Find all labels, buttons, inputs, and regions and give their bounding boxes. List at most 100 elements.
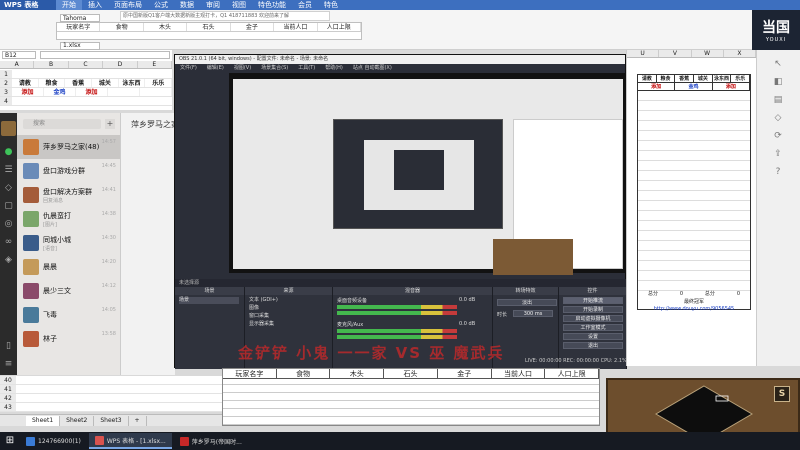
source-item[interactable]: 图像 bbox=[249, 305, 259, 312]
source-item[interactable]: 文本 (GDI+) bbox=[249, 297, 278, 304]
share-icon[interactable]: ⇪ bbox=[771, 148, 785, 160]
mini-program-icon[interactable]: ∞ bbox=[3, 237, 14, 248]
obs-menu-screenshot[interactable]: 站点 自动截图(X) bbox=[348, 64, 397, 72]
chat-list-item[interactable]: 萍乡罗马之家(48) 14:57 bbox=[17, 135, 120, 159]
header-cell[interactable]: 泳东西 bbox=[119, 79, 146, 87]
chat-search-input[interactable]: 搜索 bbox=[23, 119, 101, 129]
link-cell[interactable]: 添加 bbox=[76, 88, 108, 96]
select-icon[interactable]: ↖ bbox=[771, 58, 785, 70]
obs-menu-edit[interactable]: 编辑(E) bbox=[202, 64, 229, 72]
column-header[interactable]: X bbox=[724, 50, 756, 57]
font-name-box[interactable]: Tahoma bbox=[60, 14, 100, 22]
chat-list-item[interactable]: 晨少三文 14:12 bbox=[17, 279, 120, 303]
header-cell[interactable]: 乐乐 bbox=[145, 79, 173, 87]
column-header[interactable]: B bbox=[34, 61, 69, 68]
menu-item-home[interactable]: 开始 bbox=[56, 0, 82, 10]
shape-icon[interactable]: ◇ bbox=[771, 112, 785, 124]
start-streaming-button[interactable]: 开始推流 bbox=[563, 297, 623, 304]
obs-menu-help[interactable]: 帮助(H) bbox=[320, 64, 348, 72]
contacts-icon[interactable]: ☰ bbox=[3, 165, 14, 176]
menu-item-features[interactable]: 特色功能 bbox=[252, 0, 292, 10]
menu-item-review[interactable]: 审阅 bbox=[200, 0, 226, 10]
document-tab[interactable]: 1.xlsx bbox=[60, 42, 100, 50]
folder-icon[interactable]: ▢ bbox=[3, 201, 14, 212]
obs-menu-file[interactable]: 文件(F) bbox=[175, 64, 202, 72]
menu-item-view[interactable]: 视图 bbox=[226, 0, 252, 10]
stream-url-link[interactable]: http://www.douyu.com/9056545 bbox=[637, 306, 751, 312]
sheet-tab[interactable]: Sheet3 bbox=[94, 415, 129, 426]
transition-select[interactable]: 淡出 bbox=[497, 299, 557, 306]
virtual-camera-button[interactable]: 启动虚拟摄像机 bbox=[563, 315, 623, 322]
user-avatar[interactable] bbox=[1, 121, 16, 136]
source-item[interactable]: 显示器采集 bbox=[249, 321, 274, 328]
header-cell[interactable]: 请教 bbox=[12, 79, 39, 87]
row-number[interactable]: 3 bbox=[0, 88, 12, 96]
table-header[interactable]: 金子 bbox=[438, 369, 492, 378]
chat-list-item[interactable]: 同城小城 [语音] 14:30 bbox=[17, 231, 120, 255]
property-icon[interactable]: ◧ bbox=[771, 76, 785, 88]
table-header[interactable]: 当前人口 bbox=[492, 369, 546, 378]
obs-menu-view[interactable]: 视图(V) bbox=[229, 64, 256, 72]
source-item[interactable]: 窗口采集 bbox=[249, 313, 269, 320]
windows-start-icon[interactable]: ⊞ bbox=[2, 433, 18, 449]
game-icon[interactable]: ◈ bbox=[3, 255, 14, 266]
obs-menu-scene-collection[interactable]: 场景集合(S) bbox=[256, 64, 293, 72]
column-header[interactable]: A bbox=[0, 61, 35, 68]
taskbar-item[interactable]: WPS 表格 - [1.xlsx... bbox=[88, 433, 172, 449]
column-header[interactable]: W bbox=[692, 50, 724, 57]
table-header[interactable]: 食物 bbox=[277, 369, 331, 378]
obs-menu-tools[interactable]: 工具(T) bbox=[293, 64, 320, 72]
column-header[interactable]: E bbox=[138, 61, 173, 68]
column-header[interactable]: U bbox=[627, 50, 660, 57]
menu-item-special[interactable]: 特色 bbox=[318, 0, 344, 10]
exit-button[interactable]: 退出 bbox=[563, 342, 623, 349]
favorites-icon[interactable]: ◇ bbox=[3, 183, 14, 194]
phone-icon[interactable]: ▯ bbox=[3, 341, 14, 352]
header-cell[interactable]: 乐乐 bbox=[731, 75, 751, 82]
link-cell[interactable]: 添加 bbox=[12, 88, 44, 96]
chat-list-item[interactable]: 盘口解决方案群 回复消息 14:41 bbox=[17, 183, 120, 207]
link-cell[interactable]: 金鸡 bbox=[675, 83, 713, 90]
link-cell[interactable]: 添加 bbox=[713, 83, 750, 90]
menu-item-page-layout[interactable]: 页面布局 bbox=[108, 0, 148, 10]
game-s-button[interactable]: S bbox=[774, 386, 790, 402]
add-chat-button[interactable]: + bbox=[105, 119, 115, 129]
chat-list-item[interactable]: 晨晨 14:20 bbox=[17, 255, 120, 279]
row-number[interactable]: 4 bbox=[0, 97, 12, 105]
scene-item[interactable]: 场景 bbox=[179, 297, 239, 304]
chat-list-item[interactable]: 仇晨蛮打 [图片] 14:38 bbox=[17, 207, 120, 231]
backup-icon[interactable]: ⟳ bbox=[771, 130, 785, 142]
add-sheet-button[interactable]: + bbox=[129, 415, 147, 426]
menu-icon[interactable]: ≡ bbox=[3, 359, 14, 370]
column-header[interactable]: C bbox=[69, 61, 104, 68]
header-cell[interactable]: 请教 bbox=[638, 75, 657, 82]
link-cell[interactable]: 添加 bbox=[638, 83, 676, 90]
header-cell[interactable]: 城关 bbox=[694, 75, 713, 82]
empty-cell[interactable] bbox=[140, 88, 172, 96]
column-header[interactable]: V bbox=[659, 50, 692, 57]
row-number[interactable]: 43 bbox=[0, 403, 16, 411]
chat-list-item[interactable]: 林子 13:58 bbox=[17, 327, 120, 351]
table-header[interactable]: 人口上限 bbox=[545, 369, 600, 378]
link-cell[interactable]: 金鸡 bbox=[44, 88, 76, 96]
taskbar-item[interactable]: 124766900(1) bbox=[20, 433, 87, 449]
moments-icon[interactable]: ◎ bbox=[3, 219, 14, 230]
chat-bubble-icon[interactable]: ● bbox=[3, 147, 14, 158]
menu-item-formula[interactable]: 公式 bbox=[148, 0, 174, 10]
obs-preview[interactable] bbox=[229, 73, 627, 275]
formula-bar[interactable] bbox=[40, 51, 170, 59]
header-cell[interactable]: 粮食 bbox=[657, 75, 676, 82]
empty-cell[interactable] bbox=[108, 88, 140, 96]
row-number[interactable]: 41 bbox=[0, 385, 16, 393]
table-header[interactable]: 木头 bbox=[330, 369, 385, 378]
header-cell[interactable]: 泳东西 bbox=[713, 75, 732, 82]
settings-button[interactable]: 设置 bbox=[563, 333, 623, 340]
header-cell[interactable]: 香蕉 bbox=[65, 79, 93, 87]
sheet-tab[interactable]: Sheet1 bbox=[26, 415, 61, 426]
menu-item-insert[interactable]: 插入 bbox=[82, 0, 108, 10]
duration-input[interactable]: 300 ms bbox=[513, 310, 553, 317]
menu-item-data[interactable]: 数据 bbox=[174, 0, 200, 10]
row-number[interactable]: 2 bbox=[0, 79, 12, 87]
chat-list-item[interactable]: 飞毒 14:05 bbox=[17, 303, 120, 327]
taskbar-item[interactable]: 萍乡罗马(帝国时... bbox=[174, 433, 248, 449]
